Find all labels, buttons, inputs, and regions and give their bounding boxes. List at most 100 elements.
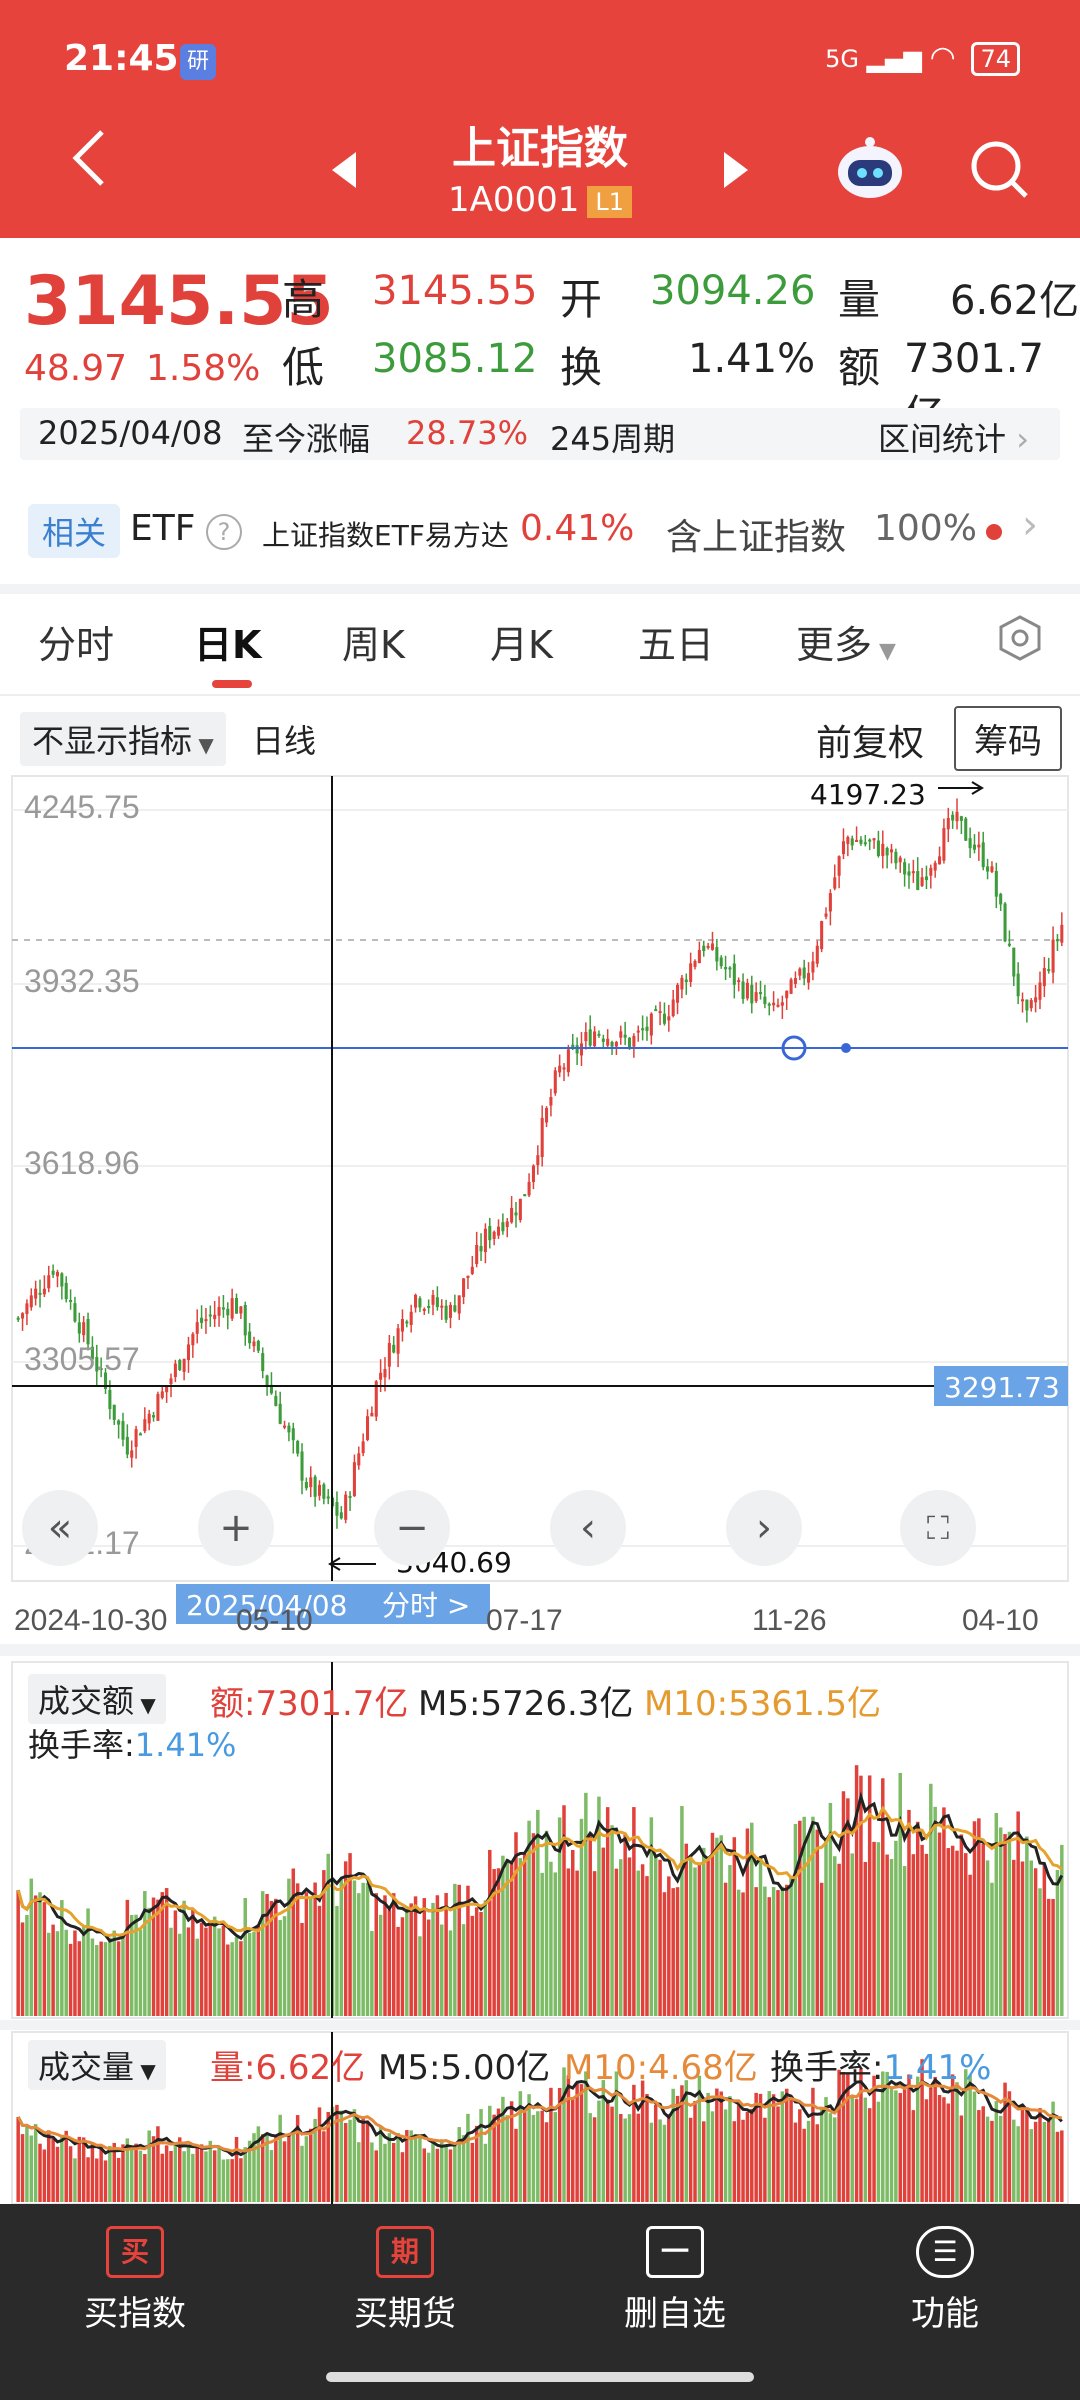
volume-bar [103, 1942, 108, 2016]
scroll-right-button[interactable]: › [726, 1490, 802, 1566]
volume-bar [833, 2117, 837, 2202]
volume-bar [226, 1944, 230, 2016]
candle-body [414, 1294, 418, 1308]
legend-value: 4.68亿 [648, 2048, 758, 2088]
kline-plot-area [11, 775, 1069, 1582]
candle-body [968, 838, 972, 849]
nav-remove-watchlist[interactable]: 一 删自选 [540, 2226, 810, 2335]
tab-weekly-k[interactable]: 周K [342, 614, 405, 669]
candle-body [195, 1322, 199, 1334]
battery-level: 74 [980, 45, 1011, 73]
volume-bar [522, 2108, 527, 2202]
turnover-value: 1.41% [688, 336, 816, 382]
volume-bar [715, 1837, 719, 2016]
candle-body [317, 1484, 322, 1496]
volume-bar [1020, 2105, 1025, 2202]
next-index-button[interactable] [722, 150, 750, 194]
assistant-robot-button[interactable] [834, 134, 906, 204]
volume-bar [763, 2117, 767, 2202]
volume-bar [86, 1908, 90, 2016]
candle-body [492, 1231, 496, 1239]
etf-name: 上证指数ETF易方达 [262, 519, 509, 552]
volume-bar [793, 2122, 798, 2202]
scroll-left-button[interactable]: ‹ [550, 1490, 626, 1566]
volume-bar [29, 2135, 34, 2202]
candle-body [977, 844, 981, 848]
search-button[interactable] [968, 138, 1030, 204]
range-stats-link[interactable]: 区间统计 › [878, 414, 1029, 460]
volume-bar [802, 2128, 806, 2202]
candle-body [924, 876, 928, 881]
volume-bar [950, 1845, 955, 2016]
network-label: 5G [825, 45, 859, 73]
volume-bar [64, 1929, 68, 2016]
crosshair-intraday-link[interactable]: 分时 > [382, 1589, 470, 1622]
nav-buy-futures[interactable]: 期 买期货 [270, 2226, 540, 2335]
candle-body [130, 1450, 134, 1458]
volume-bar [924, 1853, 929, 2016]
volume-bar [29, 1878, 34, 2016]
candle-body [523, 1194, 527, 1197]
volume-bar [693, 2100, 697, 2202]
volume-bar [1007, 2091, 1012, 2202]
adjust-button[interactable]: 前复权 [816, 714, 924, 766]
candle-body [802, 967, 806, 979]
fullscreen-button[interactable]: ⛶ [900, 1490, 976, 1566]
scroll-far-left-button[interactable]: « [22, 1490, 98, 1566]
volume-bar [789, 1876, 793, 2016]
zoom-in-button[interactable]: + [198, 1490, 274, 1566]
volume-bar [365, 1882, 370, 2016]
high-value: 3145.55 [372, 268, 538, 314]
volume-bar [20, 2134, 25, 2202]
candle-body [365, 1416, 370, 1440]
volume-bar [990, 2120, 994, 2202]
volume-select[interactable]: 成交量 ▼ [28, 2040, 166, 2090]
candle-body [435, 1297, 439, 1308]
volume-bar [1051, 1898, 1055, 2016]
volume-bar [658, 2119, 662, 2202]
home-indicator[interactable] [326, 2372, 754, 2382]
volume-bar [1055, 2131, 1060, 2202]
amount-select-label: 成交额 [38, 1682, 135, 1720]
volume-bar [837, 1863, 841, 2016]
volume-bar [90, 1938, 95, 2016]
candle-body [60, 1273, 64, 1287]
candle-body [689, 963, 693, 982]
index-code-text: 1A0001 [447, 180, 580, 220]
volume-bar [488, 1849, 492, 2016]
tab-intraday[interactable]: 分时 [38, 614, 114, 669]
volume-bar [68, 1943, 73, 2016]
volume-bar [1020, 1861, 1025, 2016]
zoom-out-button[interactable]: − [374, 1490, 450, 1566]
volume-bar [933, 1806, 937, 2016]
help-icon[interactable]: ? [206, 514, 242, 550]
indicator-select[interactable]: 不显示指标 ▼ [20, 712, 226, 766]
chips-button[interactable]: 筹码 [954, 706, 1062, 771]
amount-select[interactable]: 成交额 ▼ [28, 1674, 166, 1724]
candle-body [339, 1512, 343, 1519]
volume-bar [592, 1871, 597, 2016]
volume-bar [81, 2137, 86, 2202]
candle-body [732, 963, 736, 985]
volume-bar [715, 2088, 719, 2202]
candle-body [636, 1030, 640, 1033]
volume-bar [234, 2136, 239, 2202]
candle-body [793, 978, 797, 984]
related-tag: 相关 [28, 504, 121, 558]
nav-functions[interactable]: ☰ 功能 [810, 2226, 1080, 2335]
volume-bar [243, 2147, 247, 2202]
volume-bar [505, 2115, 509, 2202]
tab-five-day[interactable]: 五日 [638, 614, 714, 669]
tab-more[interactable]: 更多 ▼ [796, 614, 896, 669]
tab-monthly-k[interactable]: 月K [490, 614, 553, 669]
nav-buy-index[interactable]: 买 买指数 [0, 2226, 270, 2335]
minus-square-icon: 一 [646, 2226, 704, 2278]
candle-body [453, 1305, 457, 1312]
chart-settings-button[interactable] [996, 614, 1044, 666]
candle-body [610, 1042, 614, 1047]
x-tick: 11-26 [752, 1604, 827, 1637]
tab-daily-k[interactable]: 日K [194, 614, 261, 669]
volume-bar [212, 2150, 217, 2202]
candle-body [283, 1425, 287, 1428]
candle-body [51, 1270, 55, 1275]
